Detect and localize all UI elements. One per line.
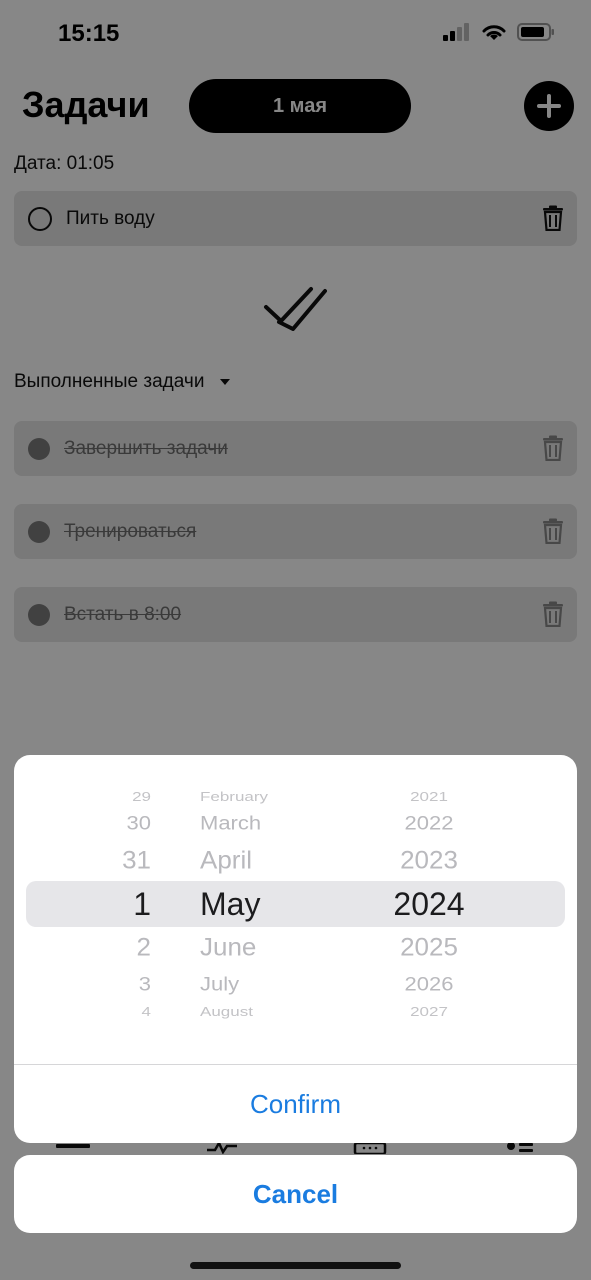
picker-year-option[interactable]: 2025	[379, 935, 479, 960]
picker-day-option[interactable]: 29	[91, 789, 151, 802]
date-picker-wheel[interactable]: 29 30 31 1 2 3 4 February March April May June July A…	[14, 755, 577, 1065]
picker-day-option[interactable]: 2	[91, 935, 151, 960]
picker-year-option[interactable]: 2027	[379, 1004, 479, 1017]
picker-month-option[interactable]: July	[200, 974, 380, 994]
picker-month-option[interactable]: August	[200, 1004, 380, 1017]
home-indicator	[190, 1262, 401, 1269]
picker-month-option[interactable]: April	[200, 848, 380, 873]
date-picker-sheet: 29 30 31 1 2 3 4 February March April May June July A…	[14, 755, 577, 1143]
picker-day-option[interactable]: 30	[91, 813, 151, 833]
picker-year-selected[interactable]: 2024	[379, 888, 479, 920]
picker-day-option[interactable]: 3	[91, 974, 151, 994]
confirm-button[interactable]: Confirm	[14, 1065, 577, 1143]
picker-day-selected[interactable]: 1	[91, 888, 151, 920]
picker-month-option[interactable]: June	[200, 935, 380, 960]
picker-month-option[interactable]: February	[200, 789, 380, 802]
cancel-button[interactable]: Cancel	[14, 1155, 577, 1233]
picker-year-option[interactable]: 2021	[379, 789, 479, 802]
confirm-button-label: Confirm	[249, 1088, 341, 1119]
picker-day-option[interactable]: 4	[91, 1004, 151, 1017]
picker-year-option[interactable]: 2023	[379, 848, 479, 873]
picker-month-option[interactable]: March	[200, 813, 380, 833]
picker-month-selected[interactable]: May	[200, 888, 380, 920]
picker-year-option[interactable]: 2022	[379, 813, 479, 833]
picker-day-option[interactable]: 31	[91, 848, 151, 873]
picker-year-option[interactable]: 2026	[379, 974, 479, 994]
cancel-button-label: Cancel	[252, 1178, 339, 1209]
